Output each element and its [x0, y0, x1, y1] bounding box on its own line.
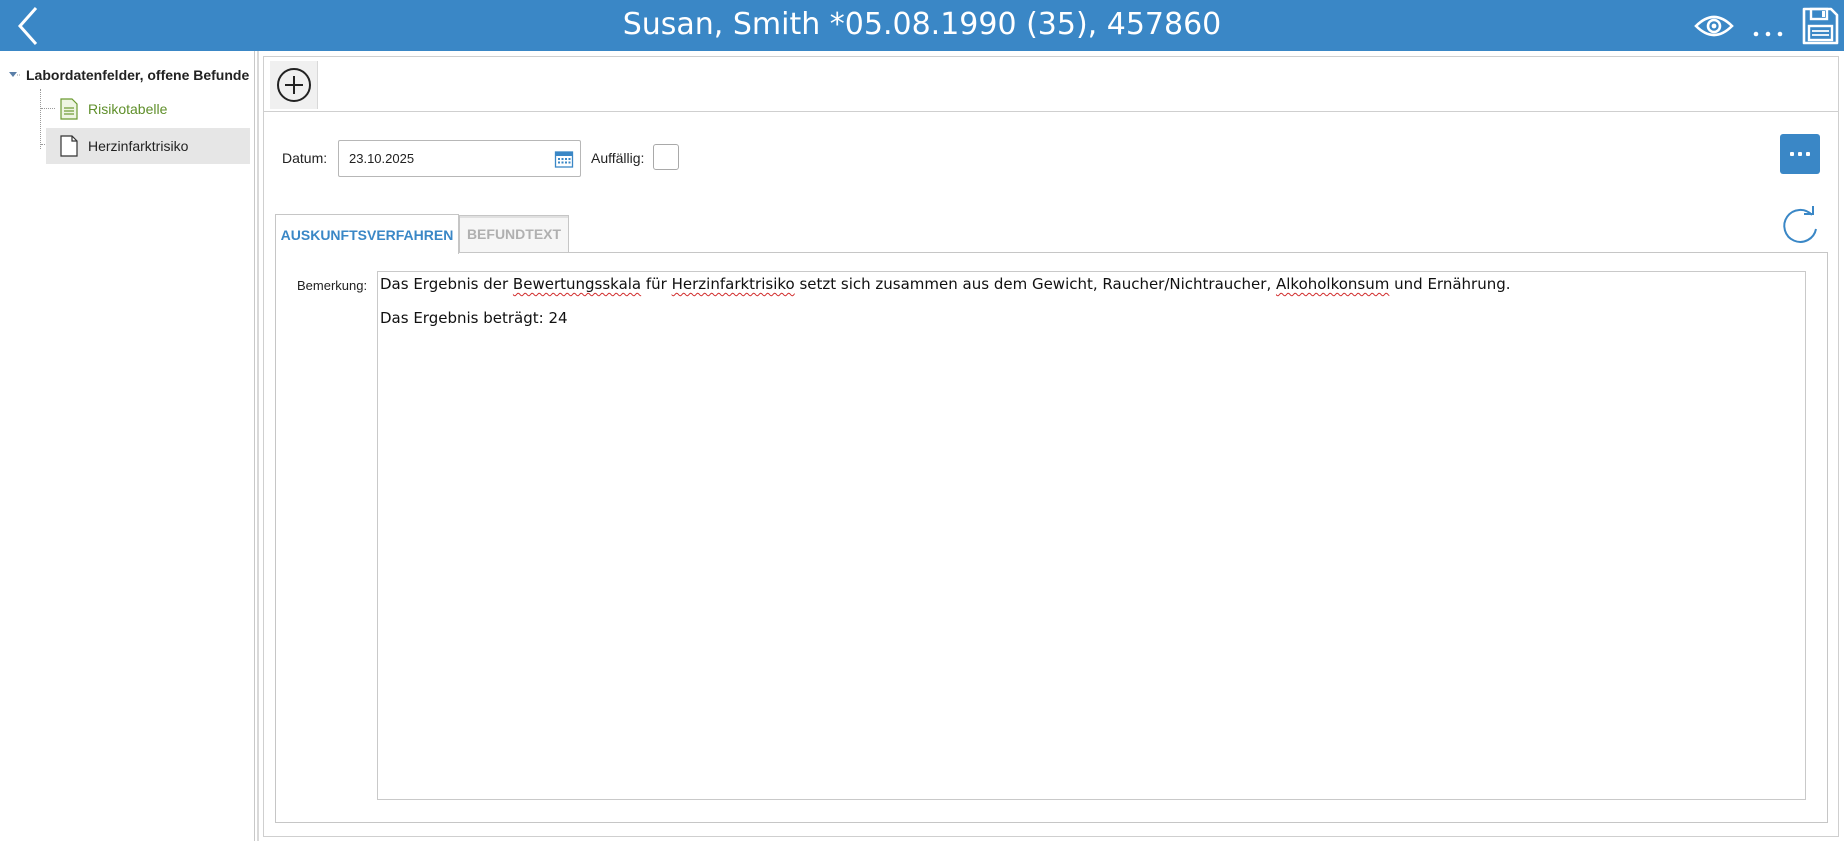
misspelled-word: Alkoholkonsum — [1275, 275, 1390, 293]
sidebar-tree: Labordatenfelder, offene Befunde Risikot… — [0, 51, 255, 841]
remark-text: Das Ergebnis der — [380, 275, 513, 293]
tree-root-label: Labordatenfelder, offene Befunde — [26, 67, 250, 83]
calendar-icon — [554, 151, 574, 168]
abnormal-checkbox[interactable] — [653, 144, 679, 170]
tree-item-label: Risikotabelle — [88, 101, 168, 117]
more-icon — [1798, 152, 1802, 156]
caret-down-icon — [9, 72, 20, 77]
more-icon — [1790, 152, 1794, 156]
remark-line: Das Ergebnis der Bewertungsskala für Her… — [380, 275, 1803, 294]
remark-label: Bemerkung: — [297, 278, 368, 293]
tree-item-label: Herzinfarktrisiko — [88, 138, 189, 154]
misspelled-word: Bewertungsskala — [512, 275, 642, 293]
calendar-button[interactable] — [554, 149, 574, 169]
add-circle-icon — [276, 68, 311, 102]
toolbar — [264, 57, 1838, 112]
misspelled-word: Herzinfarktrisiko — [671, 275, 795, 293]
document-table-icon — [60, 98, 78, 120]
remark-text: für — [641, 275, 672, 293]
tree-item-risikotabelle[interactable]: Risikotabelle — [46, 91, 250, 127]
add-button[interactable] — [270, 61, 318, 109]
tab-befundtext[interactable]: BEFUNDTEXT — [459, 215, 569, 252]
date-field[interactable]: 23.10.2025 — [338, 140, 581, 177]
view-button[interactable] — [1692, 6, 1736, 46]
date-label: Datum: — [282, 150, 328, 166]
more-icon — [1753, 31, 1783, 37]
eye-icon — [1694, 15, 1734, 37]
tree-connector — [40, 89, 41, 149]
remark-result-line: Das Ergebnis beträgt: 24 — [380, 309, 568, 327]
back-button[interactable] — [10, 4, 50, 48]
tab-panel: Bemerkung: Das Ergebnis der Bewertungssk… — [275, 252, 1828, 823]
tree-root-node[interactable]: Labordatenfelder, offene Befunde — [8, 64, 249, 86]
chevron-left-icon — [17, 7, 38, 45]
refresh-button[interactable] — [1778, 205, 1822, 249]
remark-text: setzt sich zusammen aus dem Gewicht, Rau… — [794, 275, 1276, 293]
more-options-button[interactable] — [1748, 6, 1788, 46]
remark-textarea[interactable]: Das Ergebnis der Bewertungsskala für Her… — [377, 271, 1806, 800]
splitter[interactable] — [257, 51, 259, 841]
options-menu-button[interactable] — [1780, 134, 1820, 174]
date-value[interactable]: 23.10.2025 — [349, 151, 414, 166]
tree-item-herzinfarktrisiko[interactable]: Herzinfarktrisiko — [46, 128, 250, 164]
abnormal-label: Auffällig: — [591, 150, 645, 166]
main-panel: Datum: 23.10.2025 Auffällig: AUSKUNFTSVE… — [263, 56, 1839, 837]
save-icon — [1802, 7, 1839, 45]
refresh-icon — [1783, 206, 1817, 243]
tab-auskunftsverfahren[interactable]: AUSKUNFTSVERFAHREN — [275, 214, 459, 254]
more-icon — [1806, 152, 1810, 156]
patient-title: Susan, Smith *05.08.1990 (35), 457860 — [622, 7, 1222, 42]
remark-text: und Ernährung. — [1389, 275, 1511, 293]
save-button[interactable] — [1800, 6, 1840, 46]
document-icon — [60, 135, 78, 157]
app-header: Susan, Smith *05.08.1990 (35), 457860 — [0, 0, 1844, 51]
